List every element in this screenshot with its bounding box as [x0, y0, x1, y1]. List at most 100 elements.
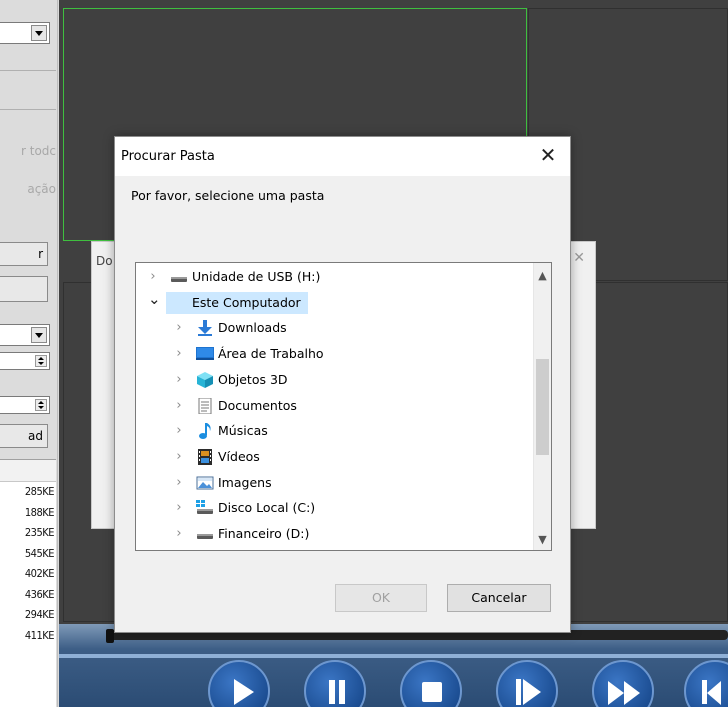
file-size-cell: 402KE	[24, 567, 55, 580]
dialog-prompt: Por favor, selecione uma pasta	[131, 188, 325, 203]
tree-item[interactable]: › Área de Trabalho	[136, 342, 534, 366]
divider	[0, 70, 56, 71]
drive-icon	[196, 526, 214, 542]
tree-item-label: Disco Local (C:)	[218, 500, 316, 516]
option-combo[interactable]	[0, 324, 50, 346]
tree-item[interactable]: › Músicas	[136, 419, 534, 443]
tree-item[interactable]: › Documentos	[136, 394, 534, 418]
desktop-icon	[196, 346, 214, 362]
playback-bar	[59, 624, 728, 707]
tree-item[interactable]: › Financeiro (D:)	[136, 522, 534, 546]
documents-icon	[196, 397, 214, 414]
fast-forward-button[interactable]	[592, 660, 654, 707]
truncated-label: ação	[27, 182, 56, 196]
step-forward-icon	[516, 679, 521, 705]
file-size-cell: 285KE	[24, 485, 55, 498]
tree-item-label: Unidade de USB (H:)	[192, 269, 321, 284]
tree-item[interactable]: › Imagens	[136, 471, 534, 495]
tree-scrollbar[interactable]: ▲ ▼	[533, 263, 551, 550]
downloads-icon	[196, 320, 214, 337]
chevron-right-icon[interactable]: ›	[174, 445, 184, 469]
file-list-header	[0, 460, 56, 482]
folder-tree[interactable]: › Unidade de USB (H:) ⌄ Este Computador › Dow…	[135, 262, 552, 551]
stop-icon	[422, 682, 442, 702]
scrollbar-thumb[interactable]	[536, 359, 549, 455]
tree-item[interactable]: › Disco Local (C:)	[136, 496, 534, 520]
divider	[0, 109, 56, 110]
chevron-down-icon[interactable]	[31, 327, 47, 343]
playbar-divider	[59, 654, 728, 658]
chevron-right-icon[interactable]: ›	[174, 316, 184, 340]
tree-item-label: Imagens	[218, 474, 272, 490]
local-disk-icon	[196, 500, 214, 516]
scroll-down-icon[interactable]: ▼	[534, 531, 551, 548]
step-forward-arrow-icon	[523, 679, 541, 705]
left-panel: r todc ação r ad 285KE 188KE 235KE 545KE 402…	[0, 0, 58, 707]
tree-item-label: Este Computador	[192, 294, 301, 310]
tree-item[interactable]: › Downloads	[136, 316, 534, 340]
skip-back-button[interactable]	[684, 660, 728, 707]
play-button[interactable]	[208, 660, 270, 707]
spin-arrows-icon[interactable]	[35, 355, 47, 367]
chevron-right-icon[interactable]: ›	[174, 368, 184, 392]
file-size-cell: 235KE	[24, 526, 55, 539]
file-size-cell: 188KE	[24, 505, 55, 519]
tree-item-label: Músicas	[218, 423, 268, 439]
tree-item-label: Downloads	[218, 320, 287, 336]
chevron-right-icon[interactable]: ›	[148, 265, 158, 289]
scroll-up-icon[interactable]: ▲	[534, 267, 551, 284]
top-combo[interactable]	[0, 22, 50, 44]
pause-icon	[329, 680, 345, 704]
file-list: 285KE 188KE 235KE 545KE 402KE 436KE 294KE 411KE	[0, 459, 56, 707]
file-size-cell: 436KE	[24, 587, 55, 601]
chevron-right-icon[interactable]: ›	[174, 394, 184, 418]
file-size-cell: 411KE	[24, 628, 55, 642]
tree-item-label: Objetos 3D	[218, 371, 288, 387]
file-size-cell: 294KE	[24, 608, 55, 621]
close-icon[interactable]: ✕	[573, 250, 585, 266]
chevron-down-icon[interactable]: ⌄	[148, 287, 161, 311]
dialog-title: Procurar Pasta	[121, 149, 215, 164]
objects-3d-icon	[196, 371, 214, 388]
chevron-right-icon[interactable]: ›	[174, 419, 184, 443]
fast-forward-icon-2	[624, 681, 640, 705]
tree-item-label: Vídeos	[218, 448, 260, 464]
tree-item[interactable]: › Vídeos	[136, 445, 534, 469]
chevron-right-icon[interactable]: ›	[174, 496, 184, 520]
cancel-button[interactable]: Cancelar	[447, 584, 551, 612]
usb-drive-icon	[170, 269, 188, 285]
chevron-right-icon[interactable]: ›	[174, 522, 184, 546]
ok-button[interactable]: OK	[335, 584, 427, 612]
spin-box[interactable]	[0, 352, 50, 370]
tree-item[interactable]: › Unidade de USB (H:)	[136, 265, 534, 289]
slider-knob[interactable]	[106, 629, 114, 643]
tree-item-label: Documentos	[218, 397, 297, 413]
play-icon	[234, 679, 254, 705]
pictures-icon	[196, 475, 214, 491]
skip-back-arrow-icon	[707, 681, 721, 705]
spin-box[interactable]	[0, 396, 50, 414]
file-size-cell: 545KE	[24, 546, 55, 560]
chevron-right-icon[interactable]: ›	[174, 342, 184, 366]
browse-folder-dialog: Procurar Pasta ✕ Por favor, selecione um…	[114, 136, 571, 633]
dialog-titlebar: Procurar Pasta ✕	[115, 137, 570, 176]
videos-icon	[196, 448, 214, 465]
step-forward-button[interactable]	[496, 660, 558, 707]
panel-button[interactable]	[0, 276, 48, 302]
chevron-right-icon[interactable]: ›	[174, 471, 184, 495]
spin-arrows-icon[interactable]	[35, 399, 47, 411]
chevron-down-icon[interactable]	[31, 25, 47, 41]
music-icon	[196, 423, 214, 440]
tree-item-label: Área de Trabalho	[218, 346, 324, 362]
close-button[interactable]: ✕	[536, 144, 560, 168]
tree-item[interactable]: › Objetos 3D	[136, 368, 534, 392]
tree-item[interactable]: ⌄ Este Computador	[136, 290, 534, 315]
tree-item-label: Financeiro (D:)	[218, 526, 310, 541]
fast-forward-icon	[608, 681, 624, 705]
pause-button[interactable]	[304, 660, 366, 707]
stop-button[interactable]	[400, 660, 462, 707]
download-button[interactable]: ad	[0, 424, 48, 448]
panel-button[interactable]: r	[0, 242, 48, 266]
background-dialog-title: Do	[96, 254, 113, 268]
truncated-label: r todc	[20, 144, 56, 158]
